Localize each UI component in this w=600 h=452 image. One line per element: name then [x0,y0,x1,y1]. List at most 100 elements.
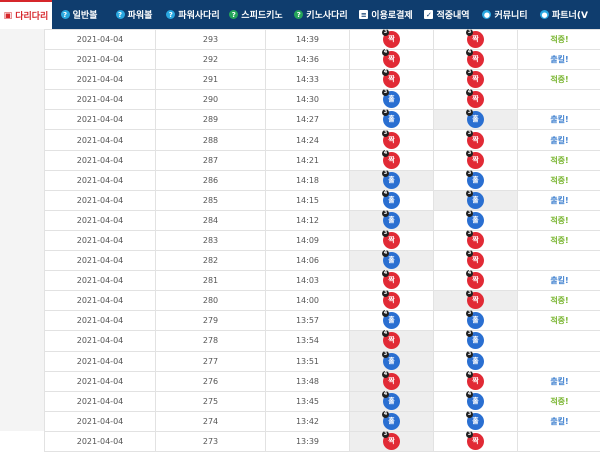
ball-label: 짝 [472,136,478,144]
nav-tab-community[interactable]: ● 커뮤니티 [476,0,534,29]
table-row: 2021-04-0427313:393짝3짝 [45,431,600,451]
result-ball: 4짝 [383,272,400,289]
ball-label: 홀 [472,336,478,344]
result-ball: 3홀 [383,111,400,128]
hit-result-label: 출킬! [550,276,568,285]
time-cell: 14:03 [266,271,350,291]
nav-tab-daridari[interactable]: ▣ 다리다리 [0,0,52,29]
round-cell: 289 [156,110,266,130]
date-cell: 2021-04-04 [45,110,156,130]
hit-result-cell: 출킬! [518,50,600,70]
result-ball: 4짝 [467,272,484,289]
date-cell: 2021-04-04 [45,30,156,50]
nav-tab-normal-ball[interactable]: ? 일반볼 [52,0,106,29]
ladder-lines-count: 3 [466,190,473,197]
pick-cell-2: 3홀 [434,411,518,431]
ladder-lines-count: 4 [466,391,473,398]
result-ball: 3홀 [383,212,400,229]
result-ball: 3짝 [383,132,400,149]
date-cell: 2021-04-04 [45,90,156,110]
ball-label: 짝 [388,296,394,304]
hit-result-cell: 출킬! [518,411,600,431]
hit-result-cell: 출킬! [518,110,600,130]
hit-result-cell: 적중! [518,291,600,311]
keno-icon: ? [294,10,303,19]
round-cell: 288 [156,130,266,150]
ball-label: 짝 [472,55,478,63]
time-cell: 13:54 [266,331,350,351]
time-cell: 14:30 [266,90,350,110]
round-cell: 278 [156,331,266,351]
time-cell: 13:45 [266,391,350,411]
pick-cell-2: 3홀 [434,190,518,210]
pick-cell-1: 4짝 [350,150,434,170]
ball-label: 짝 [388,75,394,83]
keno-icon: ? [229,10,238,19]
round-cell: 284 [156,210,266,230]
date-cell: 2021-04-04 [45,210,156,230]
round-cell: 279 [156,311,266,331]
ladder-lines-count: 4 [382,190,389,197]
hit-result-label: 출킬! [550,115,568,124]
nav-tab-powerball[interactable]: ? 파워볼 [106,0,162,29]
table-row: 2021-04-0427713:513홀3홀 [45,351,600,371]
table-row: 2021-04-0428614:183홀3홀적중! [45,170,600,190]
table-row: 2021-04-0429014:303홀4짝 [45,90,600,110]
ladder-lines-count: 4 [382,150,389,157]
hit-result-cell: 적중! [518,230,600,250]
result-ball: 3짝 [467,252,484,269]
nav-tab-payment[interactable]: ≡ 이용로결제 [354,0,418,29]
pick-cell-2: 3짝 [434,251,518,271]
pick-cell-1: 3홀 [350,90,434,110]
hit-result-cell: 출킬! [518,271,600,291]
pick-cell-1: 4홀 [350,251,434,271]
pick-cell-1: 4홀 [350,311,434,331]
ladder-lines-count: 3 [466,170,473,177]
nav-tab-label: 스피드키노 [241,8,282,21]
result-ball: 3짝 [383,31,400,48]
pick-cell-1: 3홀 [350,110,434,130]
nav-tab-label: 적중내역 [436,8,469,21]
pick-cell-2: 4짝 [434,371,518,391]
pick-cell-1: 3홀 [350,351,434,371]
ball-label: 홀 [388,357,394,365]
nav-tab-speed-keno[interactable]: ? 스피드키노 [224,0,288,29]
hit-result-label: 출킬! [550,377,568,386]
top-nav: ▣ 다리다리 ? 일반볼 ? 파워볼 ? 파워사다리 ? 스피드키노 ? 키노사… [0,0,600,29]
nav-tab-power-ladder[interactable]: ? 파워사다리 [162,0,224,29]
table-row: 2021-04-0428914:27 3홀 3홀 출킬! [45,110,600,130]
pick-cell-1: 3짝 [350,230,434,250]
ball-label: 홀 [388,176,394,184]
left-sidebar-strip [0,29,45,431]
ladder-lines-count: 3 [382,230,389,237]
pick-cell-2: 3홀 [434,210,518,230]
nav-tab-keno-ladder[interactable]: ? 키노사다리 [288,0,354,29]
time-cell: 14:18 [266,170,350,190]
pick-cell-1: 3홀 [350,170,434,190]
pick-cell-2: 3짝 [434,30,518,50]
ladder-lines-count: 3 [466,411,473,418]
time-cell: 14:24 [266,130,350,150]
result-ball: 4짝 [383,373,400,390]
ladder-lines-count: 3 [382,29,389,36]
result-ball: 4짝 [467,373,484,390]
pick-cell-2: 3홀 [434,110,518,130]
ladder-lines-count: 3 [466,150,473,157]
table-row: 2021-04-0429314:393짝3짝적중! [45,30,600,50]
pick-cell-2: 4짝 [434,271,518,291]
hit-result-cell: 출킬! [518,130,600,150]
hit-result-label: 적중! [550,296,568,305]
ball-label: 짝 [388,437,394,445]
time-cell: 13:39 [266,431,350,451]
time-cell: 14:15 [266,190,350,210]
time-cell: 14:27 [266,110,350,130]
nav-tab-partner[interactable]: ● 파트너(V [534,0,592,29]
hit-result-cell: 출킬! [518,371,600,391]
time-cell: 14:00 [266,291,350,311]
nav-tab-hit-history[interactable]: ✓ 적중내역 [418,0,476,29]
ball-label: 짝 [472,437,478,445]
result-ball: 3짝 [383,433,400,450]
date-cell: 2021-04-04 [45,311,156,331]
hit-result-cell: 적중! [518,70,600,90]
date-cell: 2021-04-04 [45,411,156,431]
